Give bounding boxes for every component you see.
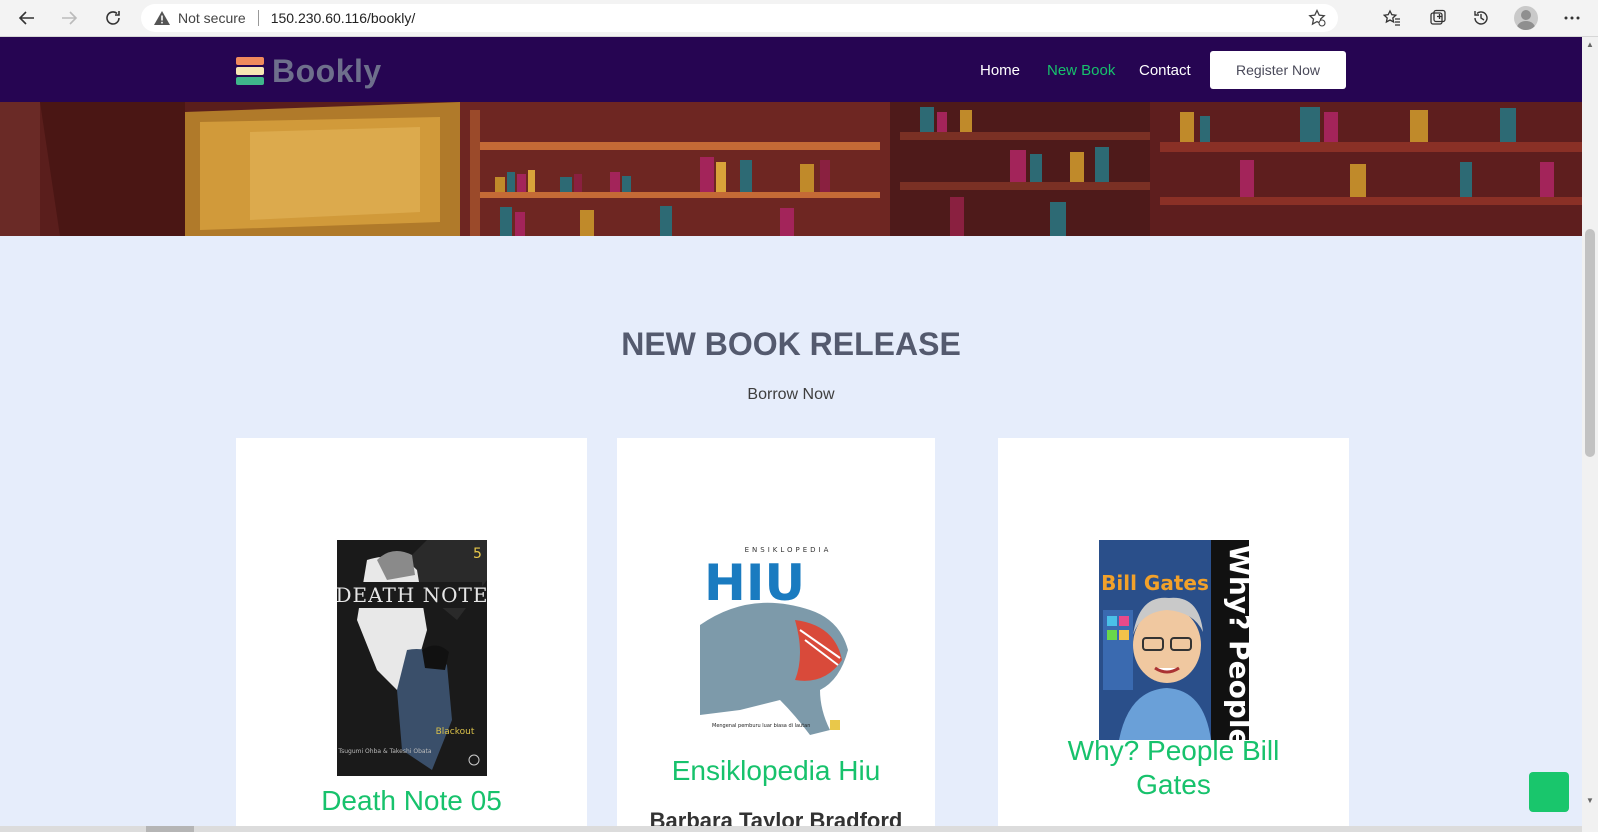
svg-text:5: 5 <box>473 546 482 562</box>
book-cover-ensiklopedia-hiu[interactable]: ENSIKLOPEDIA HIU Mengenal pemburu luar b… <box>700 540 850 740</box>
address-bar[interactable]: Not secure 150.230.60.116/bookly/ <box>141 4 1338 32</box>
address-separator <box>257 10 259 26</box>
book-title[interactable]: Ensiklopedia Hiu <box>617 754 935 788</box>
collections-icon[interactable] <box>1426 7 1450 29</box>
library-illustration <box>0 102 1582 236</box>
book-card[interactable]: Why? People Bill Gates Why? People Bill … <box>998 438 1349 832</box>
book-title[interactable]: Why? People Bill Gates <box>998 734 1349 802</box>
svg-text:ENSIKLOPEDIA: ENSIKLOPEDIA <box>745 546 832 554</box>
books-stack-icon <box>236 56 264 87</box>
profile-avatar[interactable] <box>1514 6 1538 30</box>
brand-name: Bookly <box>272 53 382 89</box>
nav-new-book-link[interactable]: New Book <box>1047 62 1115 79</box>
back-icon[interactable] <box>14 6 40 30</box>
horizontal-scrollbar[interactable] <box>0 826 1582 832</box>
svg-text:HIU: HIU <box>704 554 805 612</box>
scroll-down-icon[interactable]: ▼ <box>1586 797 1594 805</box>
reload-icon[interactable] <box>100 6 126 30</box>
section-subtitle: Borrow Now <box>747 386 835 403</box>
history-icon[interactable] <box>1469 7 1493 29</box>
hero-banner <box>0 102 1582 236</box>
scrollbar-thumb[interactable] <box>1585 229 1595 457</box>
site-logo[interactable]: Bookly <box>236 53 382 90</box>
svg-text:Why? People: Why? People <box>1223 545 1249 740</box>
more-options-icon[interactable] <box>1560 7 1584 29</box>
book-cover-death-note[interactable]: DEATH NOTE 5 Blackout Tsugumi Ohba & Tak… <box>337 540 487 776</box>
book-cover-bill-gates[interactable]: Why? People Bill Gates <box>1099 540 1249 740</box>
nav-contact-link[interactable]: Contact <box>1139 62 1191 79</box>
warning-icon[interactable] <box>153 10 171 26</box>
book-title[interactable]: Death Note 05 <box>236 784 587 818</box>
forward-icon[interactable] <box>56 6 82 30</box>
section-title: NEW BOOK RELEASE <box>621 326 961 362</box>
add-favorite-icon[interactable] <box>1308 9 1326 27</box>
security-label[interactable]: Not secure <box>178 10 246 26</box>
favorites-icon[interactable] <box>1380 7 1404 29</box>
nav-home-link[interactable]: Home <box>980 62 1020 79</box>
svg-text:DEATH NOTE: DEATH NOTE <box>337 583 487 607</box>
svg-text:Bill Gates: Bill Gates <box>1101 571 1209 595</box>
register-now-button[interactable]: Register Now <box>1210 51 1346 89</box>
horizontal-scrollbar-thumb[interactable] <box>146 826 194 832</box>
svg-text:Blackout: Blackout <box>436 727 475 737</box>
vertical-scrollbar[interactable]: ▲ ▼ <box>1582 37 1598 832</box>
back-to-top-button[interactable] <box>1529 772 1569 812</box>
scroll-up-icon[interactable]: ▲ <box>1586 41 1594 49</box>
book-card[interactable]: ENSIKLOPEDIA HIU Mengenal pemburu luar b… <box>617 438 935 832</box>
book-card[interactable]: DEATH NOTE 5 Blackout Tsugumi Ohba & Tak… <box>236 438 587 832</box>
svg-text:Tsugumi Ohba & Takeshi Obata: Tsugumi Ohba & Takeshi Obata <box>337 748 431 755</box>
browser-toolbar: Not secure 150.230.60.116/bookly/ <box>0 0 1598 37</box>
url-text[interactable]: 150.230.60.116/bookly/ <box>271 10 416 26</box>
site-header: Bookly Home New Book Contact Register No… <box>0 37 1582 102</box>
svg-text:Mengenal pemburu luar biasa di: Mengenal pemburu luar biasa di lautan <box>712 723 810 729</box>
